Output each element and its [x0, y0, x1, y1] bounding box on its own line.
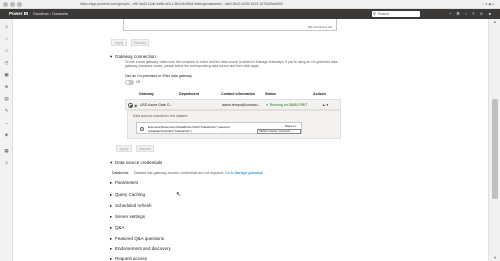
- address-bar[interactable]: https://app.powerbi.com/groups/...ef5-4a…: [80, 1, 380, 8]
- nav-workspaces-icon[interactable]: ◈: [4, 132, 9, 137]
- maps-to-label: Maps to:: [285, 124, 297, 128]
- nav-home-icon[interactable]: ⌂: [4, 36, 9, 41]
- nav-menu-icon[interactable]: ≡: [4, 24, 9, 29]
- gateway-toggle-row[interactable]: Off: [125, 80, 140, 85]
- maps-to-dropdown[interactable]: VESA Custom Connect ⌄: [257, 129, 301, 134]
- col-actions: Actions: [313, 92, 327, 96]
- nav-datahub-icon[interactable]: ▤: [4, 96, 9, 101]
- description-textarea[interactable]: 700 characters left: [123, 19, 337, 31]
- mouse-cursor-icon: ↖: [176, 192, 182, 198]
- scroll-down-icon[interactable]: ▼: [491, 255, 499, 261]
- credentials-source: Databricks: [112, 171, 129, 175]
- gateway-toggle[interactable]: [125, 80, 134, 85]
- extension-icons[interactable]: ⚐ ★ ▣ ●: [454, 2, 494, 7]
- apply-button-top[interactable]: Apply: [111, 39, 127, 46]
- section-parameters[interactable]: ▸ Parameters: [110, 180, 138, 186]
- credentials-text: Dataset has gateway access, credentials …: [134, 171, 264, 175]
- section-featured-qa[interactable]: ▸ Featured Q&A questions: [110, 236, 164, 242]
- apply-button[interactable]: Apply: [116, 145, 132, 152]
- gateway-table-header: Gateway Department Contact information S…: [125, 91, 341, 98]
- section-query-caching[interactable]: ▸ Query Caching: [110, 192, 145, 198]
- gateway-toggle-label: Use an On-premises or VNet data gateway: [125, 74, 192, 78]
- gateway-title: Gateway connection: [115, 54, 156, 59]
- datasource-item[interactable]: Extension(Extension=DataBricks,Path="Dat…: [136, 122, 302, 134]
- browser-refresh-icon[interactable]: [17, 2, 22, 7]
- credentials-title: Data source credentials: [115, 160, 163, 165]
- credentials-section-header[interactable]: ▾ Data source credentials: [110, 160, 162, 166]
- gateway-radio[interactable]: [128, 103, 133, 108]
- nav-goals-icon[interactable]: ✎: [4, 108, 9, 113]
- discard-button[interactable]: Discard: [136, 145, 154, 152]
- nav-create-icon[interactable]: ⊕: [4, 84, 9, 89]
- scrollbar[interactable]: ▲ ▼: [488, 19, 500, 261]
- search-input[interactable]: ⚲ Search: [372, 11, 420, 17]
- browser-forward-icon[interactable]: [10, 2, 15, 7]
- datasource-line1: Extension(Extension=DataBricks,Path="Dat…: [148, 124, 230, 129]
- col-department: Department: [179, 92, 199, 96]
- toggle-state: Off: [136, 80, 141, 85]
- settings-content: 700 characters left Apply Discard ▾ Gatew…: [13, 19, 488, 261]
- col-gateway: Gateway: [139, 92, 154, 96]
- nav-apps-icon[interactable]: ▣: [4, 72, 9, 77]
- search-placeholder: Search: [378, 12, 390, 16]
- app-header: Power BI Sandbox › Datasets ⚲ Search ◔ ⚙…: [0, 9, 500, 19]
- table-row[interactable]: ◉ USD Azure Gate G... aaron.tempo@contos…: [125, 99, 341, 110]
- header-icons[interactable]: ◔ ⚙ ↓ ? ☺ ●: [449, 9, 493, 19]
- left-nav: ≡ ⌂ ☆ ◷ ▣ ⊕ ▤ ✎ → ◈ ▦ ☺: [0, 19, 13, 261]
- nav-favorites-icon[interactable]: ☆: [4, 48, 9, 53]
- search-icon: ⚲: [373, 11, 376, 16]
- nav-account-icon[interactable]: ☺: [4, 160, 9, 165]
- section-scheduled-refresh[interactable]: ▸ Scheduled refresh: [110, 203, 152, 209]
- discard-button-top[interactable]: Discard: [131, 39, 149, 46]
- section-server-settings[interactable]: ▸ Server settings: [110, 214, 145, 220]
- gateway-contact: aaron.tempo@contoso...: [222, 103, 261, 107]
- datasource-line2: onDatabricks(Path="Databricks"): [148, 129, 192, 133]
- scroll-up-icon[interactable]: ▲: [491, 19, 499, 25]
- nav-deployment-icon[interactable]: ▦: [4, 148, 9, 153]
- gateway-icon: ◉: [134, 102, 138, 108]
- gateway-actions[interactable]: ▲ ▾: [322, 103, 328, 107]
- browser-back-icon[interactable]: [3, 2, 8, 7]
- col-status: Status: [265, 92, 276, 96]
- manage-gateways-link[interactable]: Go to Manage gateways: [225, 171, 263, 175]
- scrollbar-thumb[interactable]: [492, 99, 498, 199]
- app-brand[interactable]: Power BI: [9, 9, 28, 19]
- section-qa[interactable]: ▸ Q&A: [110, 225, 125, 231]
- datasource-check-icon: [140, 126, 144, 131]
- browser-chrome: https://app.powerbi.com/groups/...ef5-4a…: [0, 0, 500, 9]
- col-contact: Contact information: [221, 92, 256, 96]
- gateway-name: USD Azure Gate G...: [140, 103, 173, 107]
- datasource-panel: Data sources included in this dataset: E…: [127, 110, 341, 139]
- gateway-description: To use a data gateway, make sure the com…: [125, 60, 338, 68]
- gateway-status: ✔ Running on 86682-PBIT: [266, 103, 308, 107]
- section-endorsement[interactable]: ▸ Endorsement and discovery: [110, 246, 171, 252]
- nav-learn-icon[interactable]: →: [4, 120, 9, 125]
- section-request-access[interactable]: ▸ Request access: [110, 256, 147, 261]
- chars-left: 700 characters left: [307, 25, 332, 29]
- breadcrumb[interactable]: Sandbox › Datasets: [33, 9, 68, 19]
- nav-recent-icon[interactable]: ◷: [4, 60, 9, 65]
- datasource-title: Data sources included in this dataset:: [133, 114, 188, 118]
